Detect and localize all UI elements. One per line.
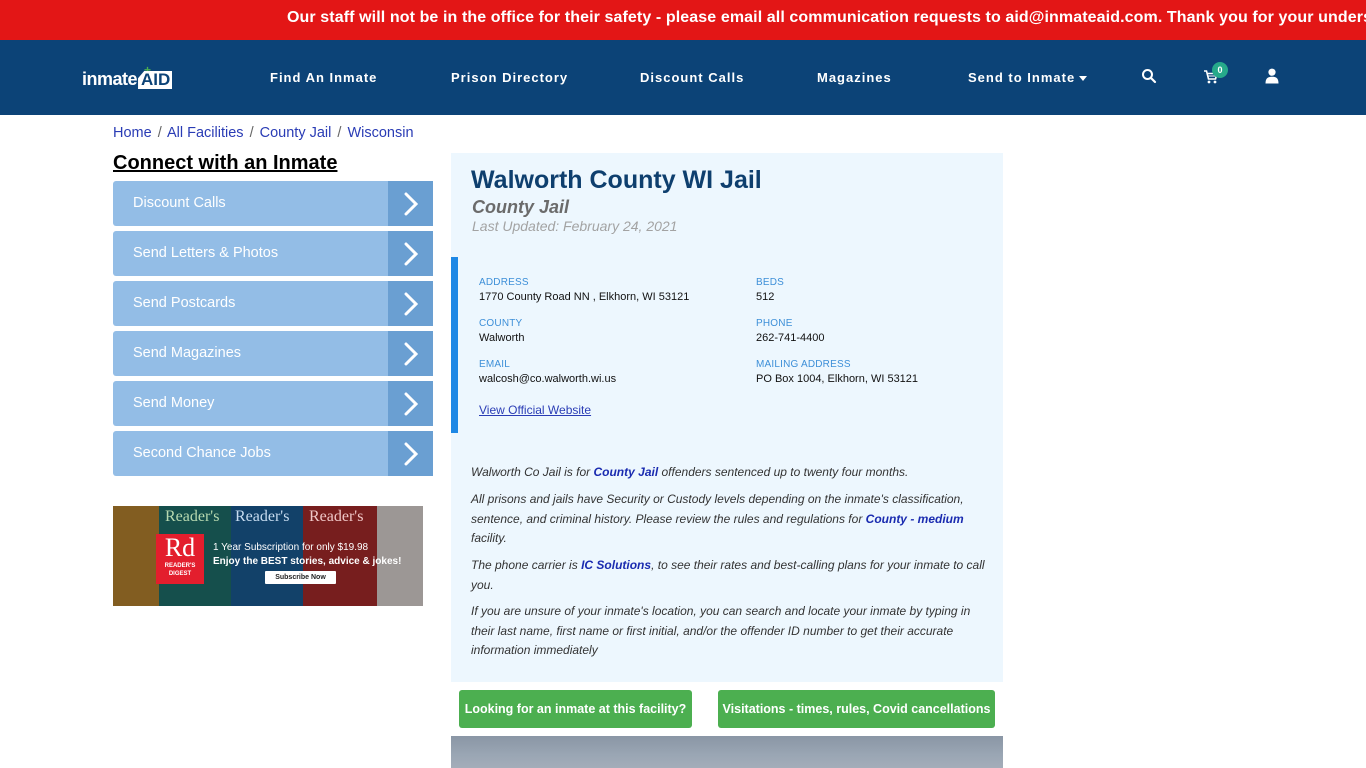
facility-info-box: ADDRESS 1770 County Road NN , Elkhorn, W…: [451, 257, 1003, 433]
county-field: COUNTY Walworth: [479, 318, 524, 344]
description-paragraph-2: All prisons and jails have Security or C…: [471, 492, 964, 545]
facility-name: Walworth County WI Jail: [471, 166, 762, 194]
readers-digest-logo: Rd READER'S DIGEST: [156, 534, 204, 584]
county-label: COUNTY: [479, 318, 523, 329]
address-label: ADDRESS: [479, 277, 529, 288]
facility-type: County Jail: [472, 197, 570, 217]
sidebar-title: Connect with an Inmate: [113, 152, 338, 174]
county-jail-link[interactable]: County Jail: [593, 465, 658, 479]
view-official-website-link[interactable]: View Official Website: [479, 403, 591, 417]
beds-value: 512: [756, 291, 775, 303]
sidebar-item-label: Send Money: [133, 395, 215, 411]
breadcrumb: Home / All Facilities / County Jail / Wi…: [113, 125, 414, 141]
facility-photo: [451, 736, 1003, 768]
alert-banner: Our staff will not be in the office for …: [0, 0, 1366, 40]
sidebar-item-label: Second Chance Jobs: [133, 445, 271, 461]
chevron-right-icon: [388, 381, 433, 426]
sidebar-item-label: Send Letters & Photos: [133, 245, 279, 261]
mailing-address-value: PO Box 1004, Elkhorn, WI 53121: [756, 373, 919, 385]
county-medium-link[interactable]: County - medium: [866, 512, 964, 526]
sidebar-item-send-magazines[interactable]: Send Magazines: [113, 331, 433, 376]
email-field: EMAIL walcosh@co.walworth.wi.us: [479, 359, 616, 385]
phone-value: 262-741-4400: [756, 332, 825, 344]
ad-cover-masthead: Reader's: [165, 508, 220, 525]
ad-subline: Enjoy the BEST stories, advice & jokes!: [213, 556, 402, 567]
county-value: Walworth: [479, 332, 525, 344]
visitations-button[interactable]: Visitations - times, rules, Covid cancel…: [718, 690, 995, 728]
chevron-right-icon: [388, 331, 433, 376]
chevron-right-icon: [388, 231, 433, 276]
ic-solutions-link[interactable]: IC Solutions: [581, 558, 651, 572]
nav-find-inmate[interactable]: Find An Inmate: [270, 70, 377, 85]
breadcrumb-wisconsin[interactable]: Wisconsin: [347, 125, 413, 141]
cart-icon[interactable]: 0: [1203, 62, 1228, 87]
sidebar-item-discount-calls[interactable]: Discount Calls: [113, 181, 433, 226]
breadcrumb-separator: /: [337, 125, 342, 141]
address-field: ADDRESS 1770 County Road NN , Elkhorn, W…: [479, 277, 689, 303]
nav-discount-calls[interactable]: Discount Calls: [640, 70, 744, 85]
inmateaid-logo[interactable]: inmate + AID: [82, 63, 173, 89]
readers-digest-ad[interactable]: Reader's Reader's Reader's Rd READER'S D…: [113, 506, 423, 606]
find-inmate-at-facility-button[interactable]: Looking for an inmate at this facility?: [459, 690, 692, 728]
nav-send-to-inmate-label: Send to Inmate: [968, 70, 1076, 85]
ad-subscribe-button[interactable]: Subscribe Now: [265, 571, 336, 584]
nav-prison-directory[interactable]: Prison Directory: [451, 70, 568, 85]
alert-message: Our staff will not be in the office for …: [287, 9, 1366, 26]
chevron-right-icon: [388, 431, 433, 476]
logo-text-inmate: inmate: [82, 69, 138, 89]
sidebar-item-send-letters-photos[interactable]: Send Letters & Photos: [113, 231, 433, 276]
ad-cover-masthead: Reader's: [235, 508, 290, 525]
user-icon[interactable]: [1265, 68, 1283, 86]
breadcrumb-county-jail[interactable]: County Jail: [260, 125, 332, 141]
sidebar-item-label: Send Magazines: [133, 345, 242, 361]
sidebar-item-label: Send Postcards: [133, 295, 236, 311]
mailing-address-field: MAILING ADDRESS PO Box 1004, Elkhorn, WI…: [756, 359, 918, 385]
ad-headline: 1 Year Subscription for only $19.98: [213, 542, 369, 553]
facility-card: Walworth County WI Jail County Jail Last…: [451, 153, 1003, 682]
phone-field: PHONE 262-741-4400: [756, 318, 825, 344]
sidebar-item-second-chance-jobs[interactable]: Second Chance Jobs: [113, 431, 433, 476]
breadcrumb-separator: /: [157, 125, 162, 141]
logo-text-aid: AID: [138, 71, 173, 89]
description-paragraph-4: If you are unsure of your inmate's locat…: [471, 604, 971, 657]
nav-magazines[interactable]: Magazines: [817, 70, 892, 85]
breadcrumb-all-facilities[interactable]: All Facilities: [167, 125, 244, 141]
sidebar-item-send-money[interactable]: Send Money: [113, 381, 433, 426]
chevron-right-icon: [388, 181, 433, 226]
search-icon[interactable]: [1141, 68, 1159, 86]
nav-send-to-inmate[interactable]: Send to Inmate: [968, 70, 1088, 85]
address-value: 1770 County Road NN , Elkhorn, WI 53121: [479, 291, 690, 303]
chevron-right-icon: [388, 281, 433, 326]
email-value: walcosh@co.walworth.wi.us: [479, 373, 617, 385]
ad-cover-masthead: Reader's: [309, 508, 364, 525]
description-paragraph-3: The phone carrier is IC Solutions, to se…: [471, 558, 985, 592]
description-paragraph-1: Walworth Co Jail is for County Jail offe…: [471, 465, 909, 479]
email-label: EMAIL: [479, 359, 511, 370]
cart-count-badge: 0: [1212, 62, 1228, 78]
sidebar-menu: Discount Calls Send Letters & Photos Sen…: [113, 181, 433, 481]
sidebar-item-send-postcards[interactable]: Send Postcards: [113, 281, 433, 326]
last-updated: Last Updated: February 24, 2021: [472, 218, 678, 234]
top-navbar: inmate + AID Find An Inmate Prison Direc…: [0, 40, 1366, 115]
beds-field: BEDS 512: [756, 277, 784, 303]
sidebar-item-label: Discount Calls: [133, 195, 226, 211]
breadcrumb-separator: /: [249, 125, 254, 141]
breadcrumb-home[interactable]: Home: [113, 125, 152, 141]
beds-label: BEDS: [756, 277, 785, 288]
phone-label: PHONE: [756, 318, 793, 329]
caret-down-icon: [1079, 76, 1088, 82]
mailing-address-label: MAILING ADDRESS: [756, 359, 851, 370]
